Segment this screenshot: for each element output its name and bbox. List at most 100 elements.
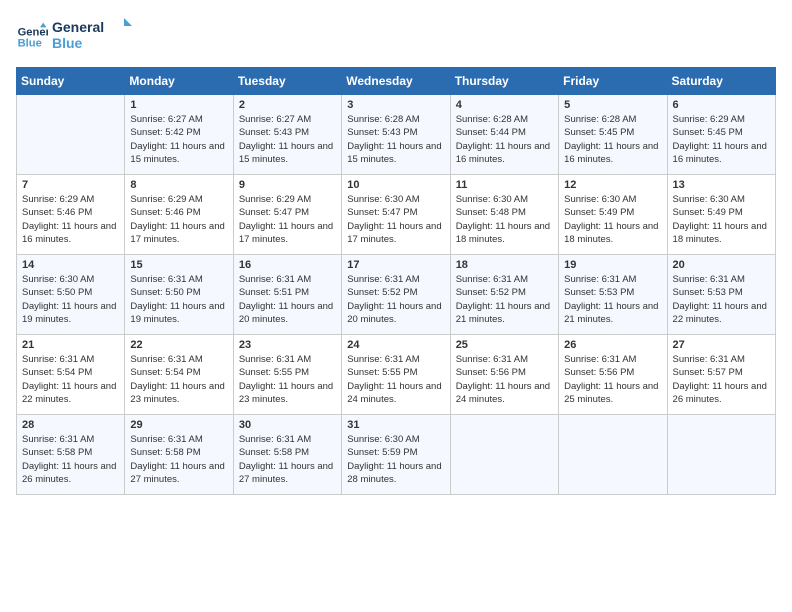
calendar-row: 21Sunrise: 6:31 AMSunset: 5:54 PMDayligh… — [17, 335, 776, 415]
day-number: 16 — [239, 259, 336, 271]
calendar-cell: 31Sunrise: 6:30 AMSunset: 5:59 PMDayligh… — [342, 415, 450, 495]
day-number: 1 — [130, 99, 227, 111]
calendar-cell: 28 Sunrise: 6:31 AMSunset: 5:58 PMDayligh… — [17, 415, 125, 495]
day-number: 28 — [22, 419, 119, 431]
day-detail: Sunrise: 6:30 AMSunset: 5:49 PMDaylight:… — [673, 193, 770, 246]
header-friday: Friday — [559, 68, 667, 95]
day-number: 23 — [239, 339, 336, 351]
calendar-cell: 20Sunrise: 6:31 AMSunset: 5:53 PMDayligh… — [667, 255, 775, 335]
day-detail: Sunrise: 6:29 AMSunset: 5:46 PMDaylight:… — [22, 193, 119, 246]
calendar-cell: 15 Sunrise: 6:31 AMSunset: 5:50 PMDayligh… — [125, 255, 233, 335]
header-saturday: Saturday — [667, 68, 775, 95]
day-number: 12 — [564, 179, 661, 191]
calendar-cell: 7 Sunrise: 6:29 AMSunset: 5:46 PMDaylight… — [17, 175, 125, 255]
calendar-cell: 13 Sunrise: 6:30 AMSunset: 5:49 PMDayligh… — [667, 175, 775, 255]
day-number: 26 — [564, 339, 661, 351]
calendar-cell: 24Sunrise: 6:31 AMSunset: 5:55 PMDayligh… — [342, 335, 450, 415]
day-number: 22 — [130, 339, 227, 351]
day-number: 5 — [564, 99, 661, 111]
day-detail: Sunrise: 6:31 AMSunset: 5:51 PMDaylight:… — [239, 273, 336, 326]
calendar-body: 1 Sunrise: 6:27 AMSunset: 5:42 PMDaylight… — [17, 95, 776, 495]
day-detail: Sunrise: 6:28 AMSunset: 5:43 PMDaylight:… — [347, 113, 444, 166]
svg-text:General: General — [18, 26, 48, 38]
day-detail: Sunrise: 6:30 AMSunset: 5:49 PMDaylight:… — [564, 193, 661, 246]
day-number: 17 — [347, 259, 444, 271]
day-detail: Sunrise: 6:27 AMSunset: 5:42 PMDaylight:… — [130, 113, 227, 166]
day-number: 29 — [130, 419, 227, 431]
day-detail: Sunrise: 6:29 AMSunset: 5:47 PMDaylight:… — [239, 193, 336, 246]
header-sunday: Sunday — [17, 68, 125, 95]
day-detail: Sunrise: 6:31 AMSunset: 5:50 PMDaylight:… — [130, 273, 227, 326]
day-detail: Sunrise: 6:31 AMSunset: 5:56 PMDaylight:… — [564, 353, 661, 406]
calendar-cell: 10 Sunrise: 6:30 AMSunset: 5:47 PMDayligh… — [342, 175, 450, 255]
calendar-cell: 29 Sunrise: 6:31 AMSunset: 5:58 PMDayligh… — [125, 415, 233, 495]
day-number: 10 — [347, 179, 444, 191]
calendar-cell: 18 Sunrise: 6:31 AMSunset: 5:52 PMDayligh… — [450, 255, 558, 335]
calendar-cell: 19Sunrise: 6:31 AMSunset: 5:53 PMDayligh… — [559, 255, 667, 335]
day-number: 11 — [456, 179, 553, 191]
day-detail: Sunrise: 6:31 AMSunset: 5:58 PMDaylight:… — [239, 433, 336, 486]
calendar-cell: 30 Sunrise: 6:31 AMSunset: 5:58 PMDayligh… — [233, 415, 341, 495]
calendar-cell — [450, 415, 558, 495]
day-detail: Sunrise: 6:31 AMSunset: 5:55 PMDaylight:… — [347, 353, 444, 406]
header-row: Sunday Monday Tuesday Wednesday Thursday… — [17, 68, 776, 95]
calendar-row: 1 Sunrise: 6:27 AMSunset: 5:42 PMDaylight… — [17, 95, 776, 175]
day-detail: Sunrise: 6:31 AMSunset: 5:52 PMDaylight:… — [456, 273, 553, 326]
day-detail: Sunrise: 6:30 AMSunset: 5:50 PMDaylight:… — [22, 273, 119, 326]
svg-text:Blue: Blue — [52, 35, 83, 51]
day-detail: Sunrise: 6:30 AMSunset: 5:47 PMDaylight:… — [347, 193, 444, 246]
day-detail: Sunrise: 6:27 AMSunset: 5:43 PMDaylight:… — [239, 113, 336, 166]
day-number: 18 — [456, 259, 553, 271]
header-tuesday: Tuesday — [233, 68, 341, 95]
day-detail: Sunrise: 6:31 AMSunset: 5:54 PMDaylight:… — [130, 353, 227, 406]
day-detail: Sunrise: 6:28 AMSunset: 5:45 PMDaylight:… — [564, 113, 661, 166]
calendar-cell: 17 Sunrise: 6:31 AMSunset: 5:52 PMDayligh… — [342, 255, 450, 335]
day-detail: Sunrise: 6:31 AMSunset: 5:58 PMDaylight:… — [130, 433, 227, 486]
day-number: 8 — [130, 179, 227, 191]
day-detail: Sunrise: 6:31 AMSunset: 5:56 PMDaylight:… — [456, 353, 553, 406]
day-number: 3 — [347, 99, 444, 111]
calendar-cell: 8Sunrise: 6:29 AMSunset: 5:46 PMDaylight… — [125, 175, 233, 255]
calendar-cell: 14Sunrise: 6:30 AMSunset: 5:50 PMDayligh… — [17, 255, 125, 335]
calendar-row: 28 Sunrise: 6:31 AMSunset: 5:58 PMDayligh… — [17, 415, 776, 495]
day-detail: Sunrise: 6:31 AMSunset: 5:58 PMDaylight:… — [22, 433, 119, 486]
calendar-header: Sunday Monday Tuesday Wednesday Thursday… — [17, 68, 776, 95]
calendar-cell: 26 Sunrise: 6:31 AMSunset: 5:56 PMDayligh… — [559, 335, 667, 415]
calendar-cell: 6 Sunrise: 6:29 AMSunset: 5:45 PMDaylight… — [667, 95, 775, 175]
header-thursday: Thursday — [450, 68, 558, 95]
calendar-cell: 12 Sunrise: 6:30 AMSunset: 5:49 PMDayligh… — [559, 175, 667, 255]
day-detail: Sunrise: 6:31 AMSunset: 5:54 PMDaylight:… — [22, 353, 119, 406]
day-number: 2 — [239, 99, 336, 111]
logo: General Blue General Blue — [16, 16, 132, 57]
calendar-cell: 25Sunrise: 6:31 AMSunset: 5:56 PMDayligh… — [450, 335, 558, 415]
calendar-cell: 2 Sunrise: 6:27 AMSunset: 5:43 PMDaylight… — [233, 95, 341, 175]
calendar-cell — [667, 415, 775, 495]
calendar-row: 14Sunrise: 6:30 AMSunset: 5:50 PMDayligh… — [17, 255, 776, 335]
day-number: 19 — [564, 259, 661, 271]
day-number: 9 — [239, 179, 336, 191]
day-detail: Sunrise: 6:31 AMSunset: 5:52 PMDaylight:… — [347, 273, 444, 326]
calendar-cell: 16 Sunrise: 6:31 AMSunset: 5:51 PMDayligh… — [233, 255, 341, 335]
day-number: 6 — [673, 99, 770, 111]
day-detail: Sunrise: 6:28 AMSunset: 5:44 PMDaylight:… — [456, 113, 553, 166]
calendar-table: Sunday Monday Tuesday Wednesday Thursday… — [16, 67, 776, 495]
calendar-cell: 23 Sunrise: 6:31 AMSunset: 5:55 PMDayligh… — [233, 335, 341, 415]
day-number: 31 — [347, 419, 444, 431]
calendar-cell: 27Sunrise: 6:31 AMSunset: 5:57 PMDayligh… — [667, 335, 775, 415]
header-wednesday: Wednesday — [342, 68, 450, 95]
calendar-cell: 3 Sunrise: 6:28 AMSunset: 5:43 PMDaylight… — [342, 95, 450, 175]
calendar-cell: 11 Sunrise: 6:30 AMSunset: 5:48 PMDayligh… — [450, 175, 558, 255]
day-detail: Sunrise: 6:30 AMSunset: 5:48 PMDaylight:… — [456, 193, 553, 246]
day-number: 7 — [22, 179, 119, 191]
day-number: 15 — [130, 259, 227, 271]
day-number: 13 — [673, 179, 770, 191]
calendar-cell: 21Sunrise: 6:31 AMSunset: 5:54 PMDayligh… — [17, 335, 125, 415]
day-detail: Sunrise: 6:31 AMSunset: 5:55 PMDaylight:… — [239, 353, 336, 406]
calendar-cell: 9 Sunrise: 6:29 AMSunset: 5:47 PMDaylight… — [233, 175, 341, 255]
day-detail: Sunrise: 6:29 AMSunset: 5:45 PMDaylight:… — [673, 113, 770, 166]
logo-svg: General Blue — [52, 16, 132, 52]
calendar-cell: 1 Sunrise: 6:27 AMSunset: 5:42 PMDaylight… — [125, 95, 233, 175]
day-detail: Sunrise: 6:31 AMSunset: 5:57 PMDaylight:… — [673, 353, 770, 406]
day-number: 20 — [673, 259, 770, 271]
day-number: 30 — [239, 419, 336, 431]
